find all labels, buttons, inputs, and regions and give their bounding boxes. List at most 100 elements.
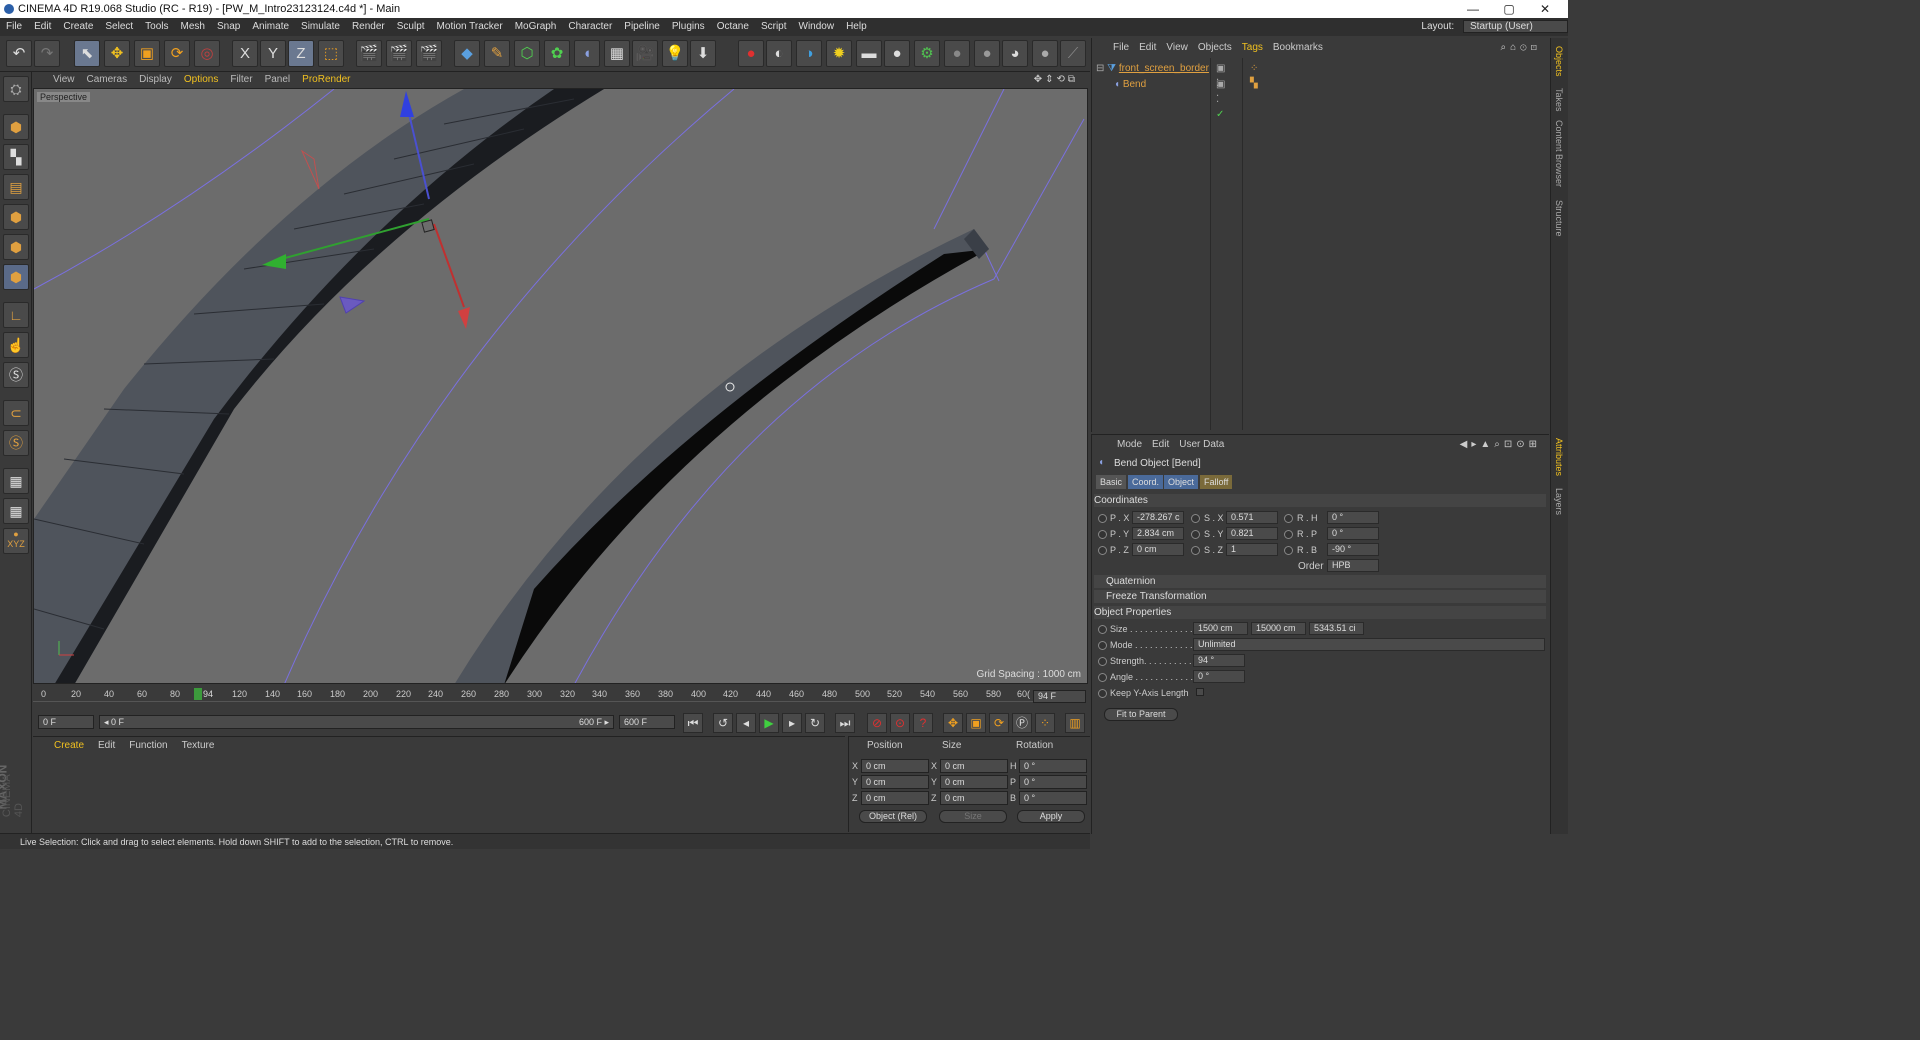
- redo-icon[interactable]: ↷: [34, 40, 60, 67]
- field-r-b[interactable]: -90 °: [1327, 543, 1379, 556]
- scale-icon[interactable]: ▣: [134, 40, 160, 67]
- order-dropdown[interactable]: HPB: [1327, 559, 1379, 572]
- coord-position-x[interactable]: 0 cm: [861, 759, 929, 773]
- x-axis-icon[interactable]: X: [232, 40, 258, 67]
- range-end-field[interactable]: 600 F ▸: [544, 715, 614, 729]
- viewport-menu-panel[interactable]: Panel: [259, 72, 297, 88]
- menu-select[interactable]: Select: [99, 18, 139, 36]
- keyframe-selection-icon[interactable]: ?: [913, 713, 933, 733]
- polygons-mode-icon[interactable]: ⬢: [3, 264, 29, 290]
- coordinate-system-icon[interactable]: ⬚: [318, 40, 344, 67]
- tab-object[interactable]: Object: [1164, 475, 1199, 489]
- menu-render[interactable]: Render: [346, 18, 391, 36]
- menu-motion-tracker[interactable]: Motion Tracker: [431, 18, 509, 36]
- y-axis-icon[interactable]: Y: [260, 40, 286, 67]
- field-size-x[interactable]: 1500 cm: [1193, 622, 1248, 635]
- param-radio[interactable]: [1098, 689, 1107, 698]
- field-s-y[interactable]: 0.821: [1226, 527, 1278, 540]
- menu-sculpt[interactable]: Sculpt: [391, 18, 431, 36]
- viewport-menu-prorender[interactable]: ProRender: [296, 72, 356, 88]
- menu-help[interactable]: Help: [840, 18, 873, 36]
- coord-rotation-p[interactable]: 0 °: [1019, 775, 1087, 789]
- section-quaternion[interactable]: Quaternion: [1094, 575, 1546, 588]
- obj-menu-file[interactable]: File: [1108, 40, 1134, 56]
- close-button[interactable]: ✕: [1530, 0, 1560, 18]
- cube-icon[interactable]: ◆: [454, 40, 480, 67]
- edges-mode-icon[interactable]: ⬢: [3, 234, 29, 260]
- coord-apply-button[interactable]: Apply: [1017, 810, 1085, 823]
- display-quick-icon[interactable]: ◑: [796, 40, 822, 67]
- side-tab-layers[interactable]: Layers: [1554, 488, 1564, 515]
- sun-icon[interactable]: ✹: [826, 40, 852, 67]
- fit-to-parent-button[interactable]: Fit to Parent: [1104, 708, 1178, 721]
- play-icon[interactable]: ▶: [759, 713, 779, 733]
- menu-mesh[interactable]: Mesh: [175, 18, 211, 36]
- tree-expand-icon[interactable]: ⊟: [1096, 63, 1104, 74]
- display-gouraud-icon[interactable]: ◐: [766, 40, 792, 67]
- obj-menu-tags[interactable]: Tags: [1237, 40, 1268, 56]
- menu-snap[interactable]: Snap: [211, 18, 246, 36]
- texture-mode-icon[interactable]: ▚: [3, 144, 29, 170]
- visibility-toggle-icon[interactable]: ▣ ⁚✓: [1216, 77, 1225, 122]
- param-radio[interactable]: [1098, 657, 1107, 666]
- coord-mode-dropdown[interactable]: Object (Rel): [859, 810, 927, 823]
- autokey-icon[interactable]: ⊙: [890, 713, 910, 733]
- lock-workplane-icon[interactable]: ▦: [3, 468, 29, 494]
- next-frame-icon[interactable]: ▸: [782, 713, 802, 733]
- current-frame-field[interactable]: 94 F: [1033, 690, 1086, 703]
- param-radio[interactable]: [1098, 625, 1107, 634]
- menu-create[interactable]: Create: [57, 18, 99, 36]
- current-frame-marker[interactable]: [194, 688, 202, 700]
- viewport-menu-display[interactable]: Display: [133, 72, 178, 88]
- environment-icon[interactable]: ●: [884, 40, 910, 67]
- side-tab-content-browser[interactable]: Content Browser: [1554, 120, 1564, 187]
- object-name[interactable]: Bend: [1123, 79, 1146, 90]
- next-key-icon[interactable]: ↻: [805, 713, 825, 733]
- param-radio[interactable]: [1284, 514, 1293, 523]
- sculpt-icon[interactable]: Ⓢ: [3, 430, 29, 456]
- material-menu-create[interactable]: Create: [47, 737, 91, 755]
- deformer-icon[interactable]: ◖: [574, 40, 600, 67]
- field-size-y[interactable]: 15000 cm: [1251, 622, 1306, 635]
- param-radio[interactable]: [1098, 546, 1107, 555]
- param-radio[interactable]: [1284, 530, 1293, 539]
- param-radio[interactable]: [1098, 530, 1107, 539]
- side-tab-objects[interactable]: Objects: [1554, 46, 1564, 77]
- param-radio[interactable]: [1098, 514, 1107, 523]
- start-frame-field[interactable]: 0 F: [38, 715, 94, 729]
- settings-icon[interactable]: ⚙: [914, 40, 940, 67]
- field-p-y[interactable]: 2.834 cm: [1132, 527, 1184, 540]
- obj-menu-view[interactable]: View: [1161, 40, 1193, 56]
- timeline-ruler[interactable]: 0 20 40 60 80 94 120 140 160 180 200 220…: [33, 686, 1033, 702]
- array-icon[interactable]: ✿: [544, 40, 570, 67]
- tweak-icon[interactable]: ☝: [3, 332, 29, 358]
- material-menu-texture[interactable]: Texture: [175, 737, 222, 755]
- model-mode-icon[interactable]: ⬢: [3, 114, 29, 140]
- sky-icon[interactable]: ▬: [856, 40, 882, 67]
- prev-key-icon[interactable]: ↺: [713, 713, 733, 733]
- field-s-z[interactable]: 1: [1226, 543, 1278, 556]
- viewport-menu-filter[interactable]: Filter: [224, 72, 258, 88]
- scene-icon[interactable]: ⬇: [690, 40, 716, 67]
- tab-falloff[interactable]: Falloff: [1200, 475, 1233, 489]
- minimize-button[interactable]: —: [1458, 0, 1488, 18]
- side-tab-takes[interactable]: Takes: [1554, 88, 1564, 112]
- coord-position-z[interactable]: 0 cm: [861, 791, 929, 805]
- planar-workplane-icon[interactable]: ▦: [3, 498, 29, 524]
- viewport-nav-icons[interactable]: ✥⇕⟲⧉: [1028, 72, 1084, 88]
- render-picture-viewer-icon[interactable]: 🎬: [386, 40, 412, 67]
- rotate-icon[interactable]: ⟳: [164, 40, 190, 67]
- viewport-menu-options[interactable]: Options: [178, 72, 224, 88]
- record-keys-icon[interactable]: ⊘: [867, 713, 887, 733]
- attr-menu-mode[interactable]: Mode: [1112, 437, 1147, 453]
- viewport-menu-view[interactable]: View: [47, 72, 81, 88]
- field-p-x[interactable]: -278.267 c: [1132, 511, 1184, 524]
- menu-simulate[interactable]: Simulate: [295, 18, 346, 36]
- strength-field[interactable]: 94 °: [1193, 654, 1245, 667]
- side-tab-attributes[interactable]: Attributes: [1554, 438, 1564, 476]
- object-row-bend[interactable]: ◖ Bend ▣ ⁚✓: [1114, 77, 1225, 120]
- snap-icon[interactable]: Ⓢ: [3, 362, 29, 388]
- coord-size-x[interactable]: 0 cm: [940, 759, 1008, 773]
- angle-field[interactable]: 0 °: [1193, 670, 1245, 683]
- coord-size-z[interactable]: 0 cm: [940, 791, 1008, 805]
